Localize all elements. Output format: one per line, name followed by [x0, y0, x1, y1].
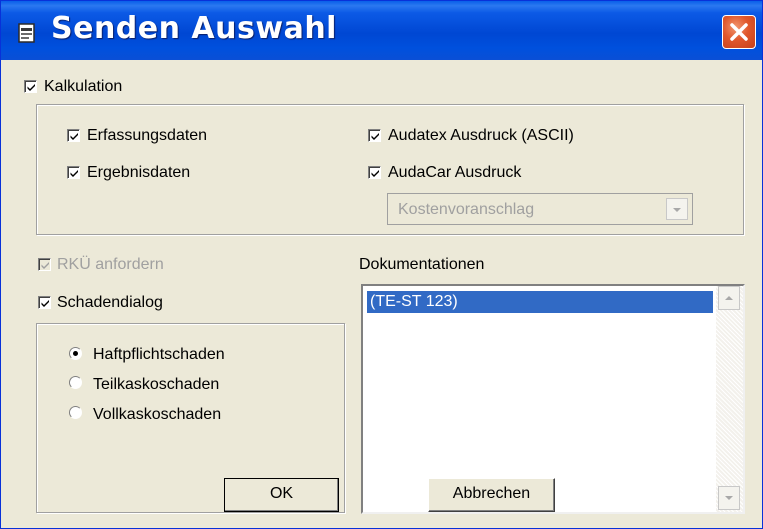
window-title: Senden Auswahl	[51, 11, 337, 46]
cancel-button-label: Abbrechen	[452, 485, 531, 502]
ergebnisdaten-checkbox[interactable]	[67, 166, 80, 179]
rku-label: RKÜ anfordern	[57, 256, 164, 273]
scrollbar[interactable]	[716, 286, 743, 512]
radio-vollkaskoschaden[interactable]	[69, 406, 82, 419]
kalkulation-label[interactable]: Kalkulation	[44, 78, 122, 96]
close-button[interactable]	[722, 15, 756, 49]
check-icon	[371, 170, 379, 177]
radio-selected-dot	[73, 351, 78, 356]
audacar-type-value: Kostenvoranschlag	[398, 201, 535, 218]
audatex-ausdruck-checkbox[interactable]	[368, 129, 381, 142]
title-bar[interactable]: Senden Auswahl	[1, 1, 762, 60]
check-icon	[41, 262, 49, 269]
check-icon	[70, 133, 78, 140]
erfassungsdaten-checkbox[interactable]	[67, 129, 80, 142]
dialog-window: Senden Auswahl Kalkulation Erfassungsdat…	[0, 0, 763, 529]
audacar-ausdruck-label[interactable]: AudaCar Ausdruck	[388, 164, 521, 182]
rku-checkbox[interactable]	[38, 258, 51, 271]
audacar-ausdruck-checkbox[interactable]	[368, 166, 381, 179]
ergebnisdaten-label[interactable]: Ergebnisdaten	[87, 164, 190, 182]
schadendialog-label[interactable]: Schadendialog	[57, 294, 163, 312]
radio-haftpflichtschaden[interactable]	[69, 347, 82, 360]
chevron-up-icon	[725, 296, 733, 300]
check-icon	[371, 133, 379, 140]
radio-teilkaskoschaden[interactable]	[69, 376, 82, 389]
scroll-down-button[interactable]	[718, 486, 740, 510]
vollkaskoschaden-label[interactable]: Vollkaskoschaden	[93, 406, 221, 424]
kalkulation-checkbox[interactable]	[24, 80, 37, 93]
check-icon	[27, 84, 35, 91]
dokumentationen-label: Dokumentationen	[359, 256, 485, 273]
audatex-ausdruck-label[interactable]: Audatex Ausdruck (ASCII)	[388, 127, 574, 145]
scroll-up-button[interactable]	[718, 286, 740, 310]
close-icon	[730, 23, 748, 41]
document-icon	[18, 23, 35, 43]
teilkaskoschaden-label[interactable]: Teilkaskoschaden	[93, 376, 219, 394]
check-icon	[41, 300, 49, 307]
chevron-down-icon	[725, 496, 733, 500]
check-icon	[70, 170, 78, 177]
audacar-type-select[interactable]: Kostenvoranschlag	[387, 193, 693, 225]
list-item[interactable]: (TE-ST 123)	[367, 291, 713, 313]
ok-button[interactable]: OK	[224, 478, 339, 512]
haftpflichtschaden-label[interactable]: Haftpflichtschaden	[93, 346, 225, 364]
dropdown-button[interactable]	[666, 198, 688, 220]
dialog-body: Kalkulation Erfassungsdaten Ergebnisdate…	[1, 60, 762, 528]
erfassungsdaten-label[interactable]: Erfassungsdaten	[87, 127, 207, 145]
cancel-button[interactable]: Abbrechen	[428, 478, 555, 512]
schadendialog-checkbox[interactable]	[38, 296, 51, 309]
chevron-down-icon	[673, 208, 681, 212]
ok-button-label: OK	[269, 485, 294, 502]
